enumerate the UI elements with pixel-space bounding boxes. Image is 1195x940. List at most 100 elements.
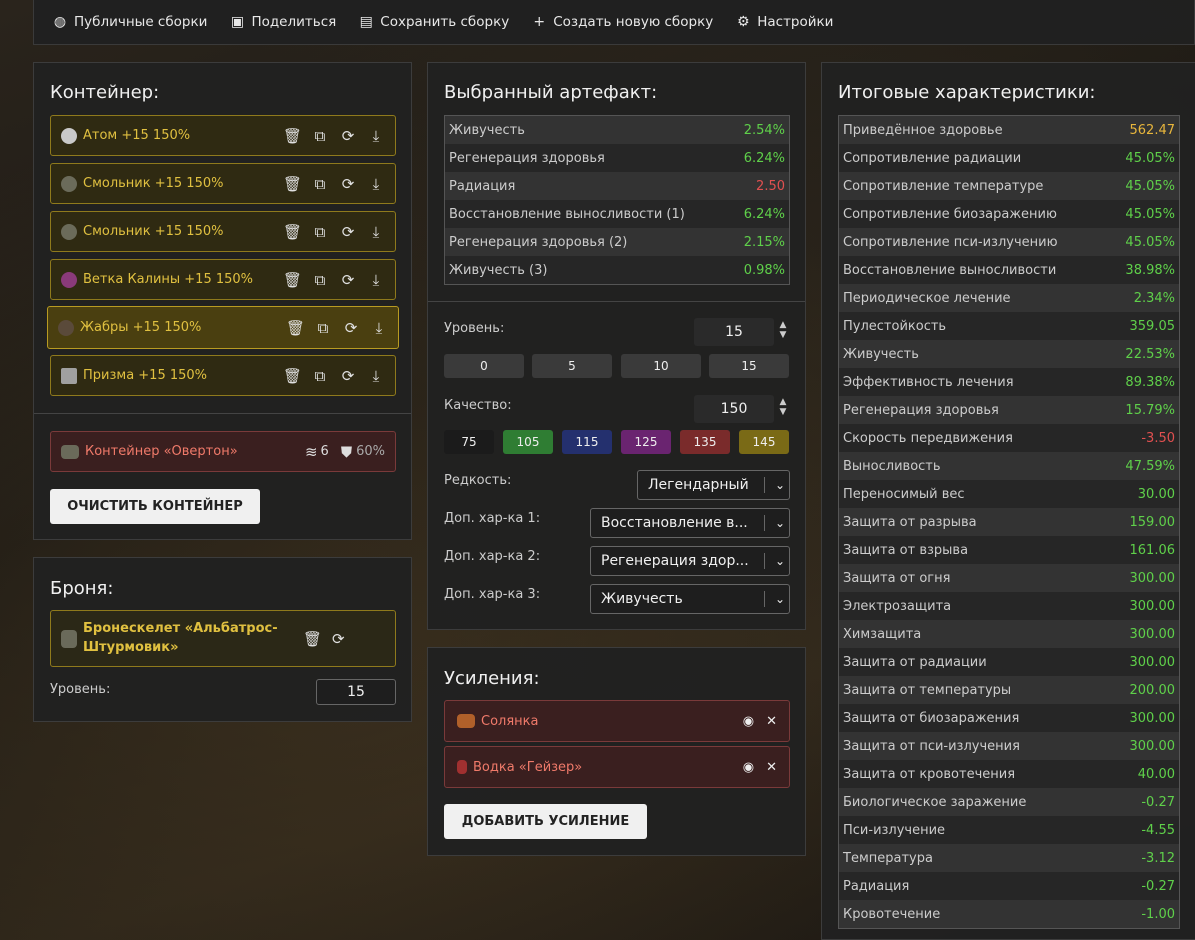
close-icon[interactable]: ✕: [766, 760, 777, 775]
eye-icon[interactable]: ◉: [743, 714, 754, 729]
total-stat-value: -4.55: [1141, 822, 1175, 838]
boost-row[interactable]: Солянка ◉ ✕: [444, 700, 790, 742]
trash-icon[interactable]: 🗑: [283, 127, 302, 145]
level-preset-10[interactable]: 10: [621, 354, 701, 378]
trash-icon[interactable]: 🗑: [283, 367, 302, 385]
container-box-label: Контейнер «Овертон»: [85, 444, 238, 459]
totals-stats-table: Приведённое здоровье 562.47 Сопротивление …: [838, 115, 1180, 929]
copy-icon[interactable]: ⧉: [311, 175, 329, 193]
total-stat-name: Скорость передвижения: [843, 430, 1013, 446]
stat-name: Радиация: [449, 178, 516, 194]
total-stat-value: 200.00: [1129, 682, 1176, 698]
total-stat-value: 562.47: [1129, 122, 1176, 138]
container-box-row[interactable]: Контейнер «Овертон» ≋ 6 ⛊ 60%: [50, 431, 396, 472]
total-stat-name: Периодическое лечение: [843, 290, 1011, 306]
total-stat-value: -0.27: [1141, 794, 1175, 810]
download-icon[interactable]: ⤓: [367, 223, 385, 241]
refresh-icon[interactable]: ⟳: [339, 271, 357, 289]
level-preset-5[interactable]: 5: [532, 354, 612, 378]
refresh-icon[interactable]: ⟳: [342, 319, 360, 337]
level-preset-0[interactable]: 0: [444, 354, 524, 378]
copy-icon[interactable]: ⧉: [311, 223, 329, 241]
total-stat-value: 45.05%: [1125, 234, 1175, 250]
selected-artifact-panel: Выбранный артефакт: Живучесть 2.54% Реге…: [427, 62, 806, 630]
refresh-icon[interactable]: ⟳: [339, 175, 357, 193]
boost-label: Солянка: [481, 713, 539, 729]
trash-icon[interactable]: 🗑: [286, 319, 305, 337]
total-stat-value: 359.05: [1129, 318, 1176, 334]
quality-stepper[interactable]: ▲ ▼: [778, 397, 788, 417]
artifact-row[interactable]: Атом +15 150% 🗑 ⧉ ⟳ ⤓: [50, 115, 396, 156]
quality-input[interactable]: 150: [694, 395, 774, 423]
artifact-row[interactable]: Смольник +15 150% 🗑 ⧉ ⟳ ⤓: [50, 163, 396, 204]
total-stat-row: Защита от взрыва 161.06: [839, 536, 1179, 564]
extra1-value: Восстановление в...: [601, 515, 748, 531]
quality-preset-115[interactable]: 115: [562, 430, 612, 454]
total-stat-name: Защита от радиации: [843, 654, 987, 670]
rarity-value: Легендарный: [648, 477, 749, 493]
trash-icon[interactable]: 🗑: [283, 175, 302, 193]
download-icon[interactable]: ⤓: [367, 271, 385, 289]
refresh-icon[interactable]: ⟳: [339, 127, 357, 145]
close-icon[interactable]: ✕: [766, 714, 777, 729]
refresh-icon[interactable]: ⟳: [332, 630, 345, 648]
total-stat-row: Электрозащита 300.00: [839, 592, 1179, 620]
download-icon[interactable]: ⤓: [370, 319, 388, 337]
create-build-button[interactable]: + Создать новую сборку: [531, 14, 713, 30]
container-thumb: [61, 444, 79, 459]
extra3-select[interactable]: Живучесть ⌄: [590, 584, 790, 614]
rarity-select[interactable]: Легендарный ⌄: [637, 470, 790, 500]
artifact-thumb: [61, 223, 77, 240]
download-icon[interactable]: ⤓: [367, 367, 385, 385]
artifact-row-selected[interactable]: Жабры +15 150% 🗑 ⧉ ⟳ ⤓: [47, 306, 399, 349]
boost-thumb: [457, 760, 467, 774]
copy-icon[interactable]: ⧉: [311, 367, 329, 385]
eye-icon[interactable]: ◉: [743, 760, 754, 775]
total-stat-name: Выносливость: [843, 458, 941, 474]
extra2-select[interactable]: Регенерация здор... ⌄: [590, 546, 790, 576]
top-toolbar: ◍ Публичные сборки ▣ Поделиться ▤ Сохран…: [33, 0, 1195, 45]
share-button[interactable]: ▣ Поделиться: [229, 14, 336, 30]
quality-preset-125[interactable]: 125: [621, 430, 671, 454]
refresh-icon[interactable]: ⟳: [339, 367, 357, 385]
stat-value: 2.54%: [743, 122, 785, 138]
download-icon[interactable]: ⤓: [367, 127, 385, 145]
artifact-row[interactable]: Призма +15 150% 🗑 ⧉ ⟳ ⤓: [50, 355, 396, 396]
settings-button[interactable]: ⚙ Настройки: [735, 14, 834, 30]
trash-icon[interactable]: 🗑: [283, 223, 302, 241]
quality-preset-135[interactable]: 135: [680, 430, 730, 454]
level-stepper[interactable]: ▲ ▼: [778, 320, 788, 340]
trash-icon[interactable]: 🗑: [303, 630, 322, 648]
total-stat-name: Пси-излучение: [843, 822, 946, 838]
download-icon[interactable]: ⤓: [367, 175, 385, 193]
total-stat-name: Сопротивление биозаражению: [843, 206, 1057, 222]
totals-panel: Итоговые характеристики: Приведённое здо…: [821, 62, 1195, 940]
copy-icon[interactable]: ⧉: [314, 319, 332, 337]
quality-preset-75[interactable]: 75: [444, 430, 494, 454]
boosts-panel: Усиления: Солянка ◉ ✕ Водка «Гейзер» ◉ ✕…: [427, 647, 806, 856]
total-stat-value: 15.79%: [1125, 402, 1175, 418]
quality-preset-105[interactable]: 105: [503, 430, 553, 454]
extra1-select[interactable]: Восстановление в... ⌄: [590, 508, 790, 538]
public-builds-button[interactable]: ◍ Публичные сборки: [52, 14, 208, 30]
armor-row[interactable]: Бронескелет «Альбатрос-Штурмовик» 🗑 ⟳: [50, 610, 396, 667]
save-build-button[interactable]: ▤ Сохранить сборку: [358, 14, 510, 30]
copy-icon[interactable]: ⧉: [311, 127, 329, 145]
trash-icon[interactable]: 🗑: [283, 271, 302, 289]
refresh-icon[interactable]: ⟳: [339, 223, 357, 241]
armor-level-input[interactable]: 15: [316, 679, 396, 705]
stat-name: Регенерация здоровья (2): [449, 234, 628, 250]
clear-container-button[interactable]: ОЧИСТИТЬ КОНТЕЙНЕР: [50, 489, 260, 524]
level-preset-15[interactable]: 15: [709, 354, 789, 378]
artifact-row[interactable]: Ветка Калины +15 150% 🗑 ⧉ ⟳ ⤓: [50, 259, 396, 300]
add-boost-button[interactable]: ДОБАВИТЬ УСИЛЕНИЕ: [444, 804, 647, 839]
total-stat-value: -3.12: [1141, 850, 1175, 866]
boost-row[interactable]: Водка «Гейзер» ◉ ✕: [444, 746, 790, 788]
level-input[interactable]: 15: [694, 318, 774, 346]
copy-icon[interactable]: ⧉: [311, 271, 329, 289]
total-stat-row: Пси-излучение -4.55: [839, 816, 1179, 844]
rarity-label: Редкость:: [444, 473, 512, 488]
artifact-row[interactable]: Смольник +15 150% 🗑 ⧉ ⟳ ⤓: [50, 211, 396, 252]
quality-preset-145[interactable]: 145: [739, 430, 789, 454]
total-stat-row: Защита от биозаражения 300.00: [839, 704, 1179, 732]
